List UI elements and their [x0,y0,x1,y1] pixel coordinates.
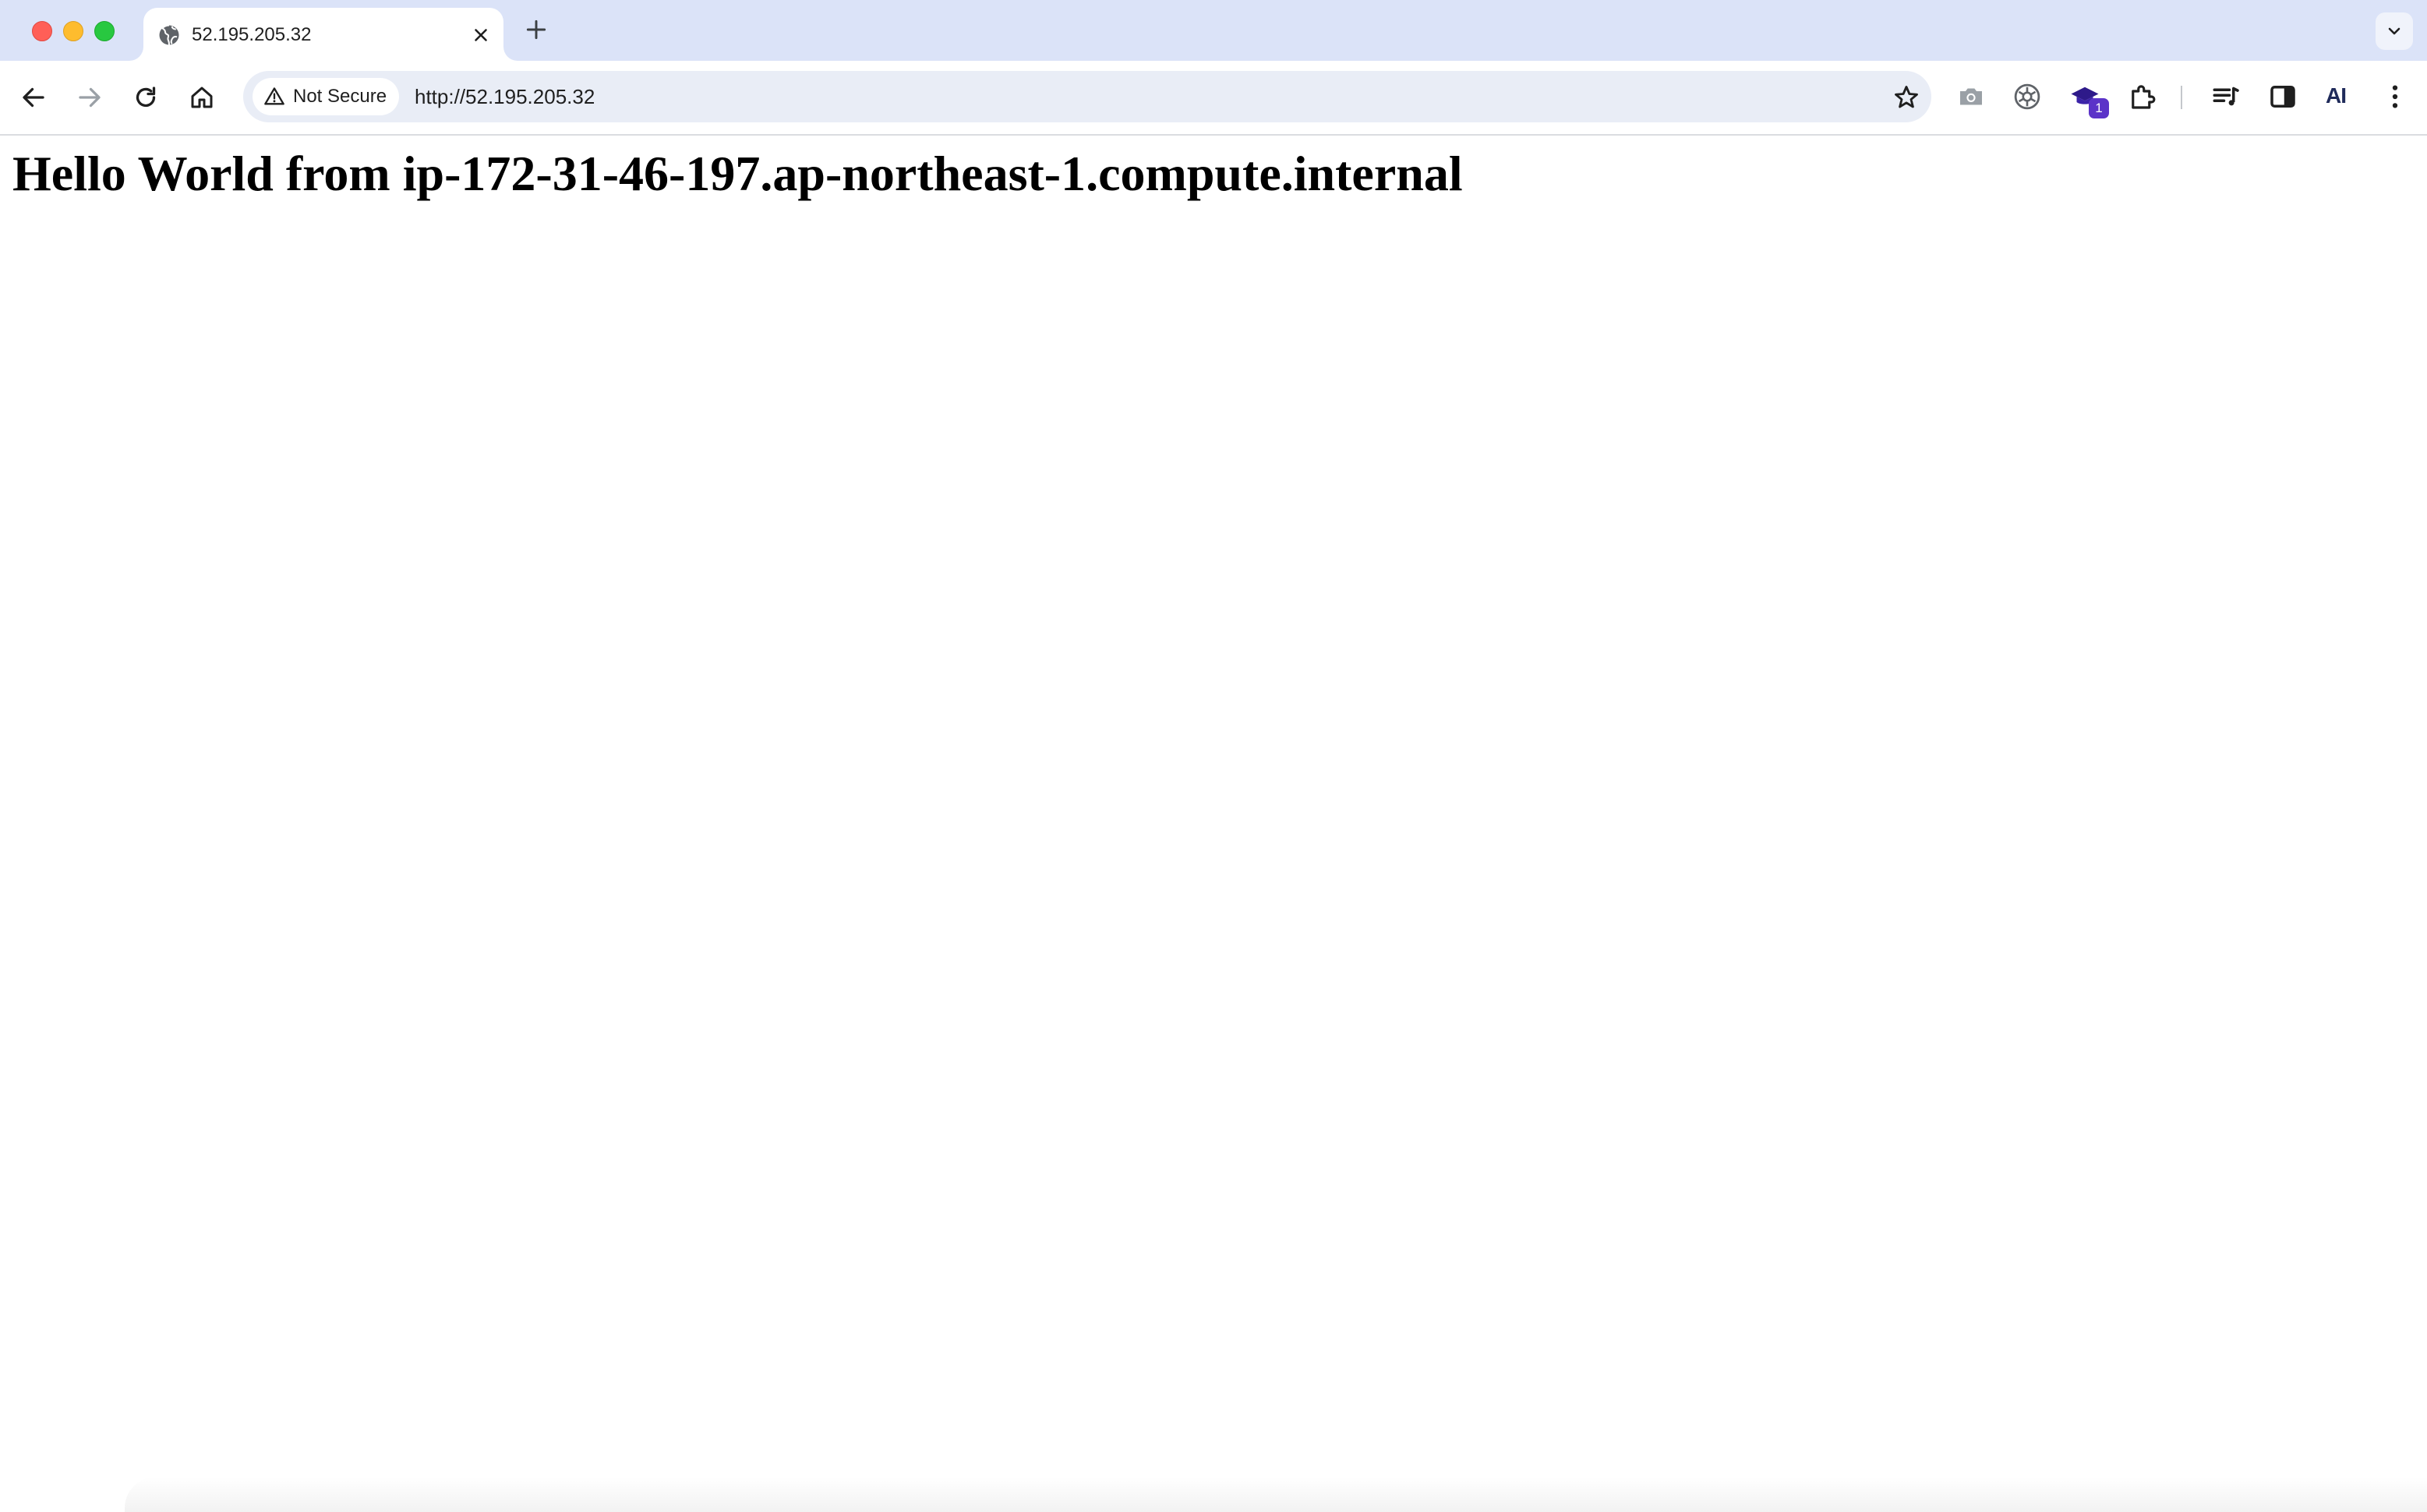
active-tab[interactable]: 52.195.205.32 [143,8,503,61]
tab-strip: 52.195.205.32 [0,0,2427,61]
openai-extension-icon[interactable] [2011,80,2044,113]
globe-icon [157,23,181,47]
tab-title: 52.195.205.32 [192,24,312,45]
forward-button[interactable] [72,79,108,115]
ai-extension-label[interactable]: AI [2326,83,2347,108]
url-text[interactable]: http://52.195.205.32 [415,85,595,109]
more-menu-icon[interactable] [2379,80,2411,113]
side-panel-icon[interactable] [2266,80,2299,113]
extension-badge: 1 [2089,98,2109,118]
close-window-button[interactable] [32,21,52,41]
address-bar[interactable]: Not Secure http://52.195.205.32 [243,71,1931,122]
zoom-window-button[interactable] [94,21,115,41]
window-bottom-shadow [125,1477,2427,1512]
warning-icon [264,87,284,105]
reload-button[interactable] [128,79,164,115]
security-label: Not Secure [293,86,387,107]
bookmark-star-icon[interactable] [1892,83,1920,111]
browser-toolbar: Not Secure http://52.195.205.32 [0,61,2427,136]
minimize-window-button[interactable] [63,21,83,41]
security-chip[interactable]: Not Secure [253,78,400,115]
tab-search-button[interactable] [2376,12,2413,50]
back-button[interactable] [16,79,51,115]
home-button[interactable] [184,79,220,115]
arrow-left-icon [23,87,44,108]
page-heading: Hello World from ip-172-31-46-197.ap-nor… [12,146,1463,201]
home-icon [191,87,213,108]
media-control-icon[interactable] [2210,80,2243,113]
reload-icon [136,87,156,108]
close-tab-icon[interactable] [471,25,491,45]
new-tab-icon[interactable] [524,17,549,42]
camera-icon[interactable] [1955,80,1987,113]
puzzle-piece-icon[interactable] [2126,80,2159,113]
toolbar-divider [2181,86,2182,109]
chevron-down-icon [2388,27,2401,35]
arrow-right-icon [79,87,101,108]
